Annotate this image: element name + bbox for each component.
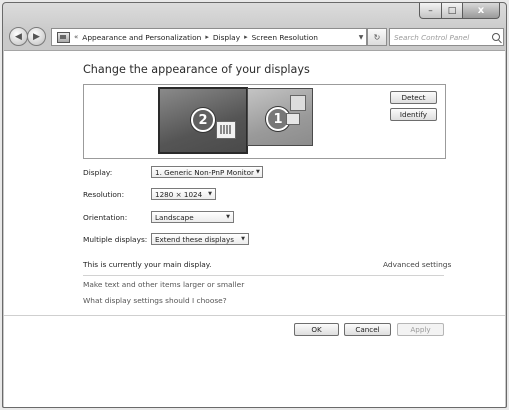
multiple-displays-row: Multiple displays: Extend these displays… <box>83 232 249 246</box>
display-select-value: 1. Generic Non-PnP Monitor <box>155 167 254 177</box>
breadcrumb-appearance[interactable]: Appearance and Personalization <box>82 33 201 42</box>
window-thumbnail-icon <box>286 113 300 125</box>
display-row: Display: 1. Generic Non-PnP Monitor ▼ <box>83 165 263 179</box>
text-size-link[interactable]: Make text and other items larger or smal… <box>83 280 244 289</box>
advanced-settings-link[interactable]: Advanced settings <box>383 260 451 269</box>
monitor-2[interactable]: 2 <box>158 87 248 154</box>
control-panel-window: – □ x ◀ ▶ « Appearance and Personalizati… <box>2 2 507 408</box>
chevron-down-icon: ▼ <box>256 169 260 175</box>
breadcrumb-overflow[interactable]: « <box>74 33 78 41</box>
forward-button[interactable]: ▶ <box>27 27 46 46</box>
search-icon[interactable] <box>492 33 500 41</box>
arrow-right-icon: ▶ <box>33 31 40 42</box>
identify-button[interactable]: Identify <box>390 108 437 121</box>
multiple-displays-label: Multiple displays: <box>83 234 148 244</box>
resolution-row: Resolution: 1280 × 1024 ▼ <box>83 187 216 201</box>
divider <box>4 315 505 316</box>
chevron-down-icon[interactable]: ▼ <box>356 34 366 41</box>
display-help-link[interactable]: What display settings should I choose? <box>83 296 227 305</box>
breadcrumb-separator[interactable]: ▸ <box>205 33 209 41</box>
maximize-button[interactable]: □ <box>442 3 463 19</box>
main-display-note: This is currently your main display. <box>83 260 212 269</box>
page-title: Change the appearance of your displays <box>83 63 310 76</box>
chevron-down-icon: ▼ <box>208 191 212 197</box>
caption-buttons: – □ x <box>419 3 500 19</box>
multiple-displays-select[interactable]: Extend these displays ▼ <box>151 233 249 245</box>
close-button[interactable]: x <box>463 3 500 19</box>
monitor-1[interactable]: 1 <box>247 88 313 146</box>
multiple-displays-select-value: Extend these displays <box>155 234 234 244</box>
refresh-icon: ↻ <box>373 32 381 42</box>
resolution-label: Resolution: <box>83 189 125 199</box>
orientation-select[interactable]: Landscape ▼ <box>151 211 234 223</box>
display-select[interactable]: 1. Generic Non-PnP Monitor ▼ <box>151 166 263 178</box>
breadcrumb-separator[interactable]: ▸ <box>244 33 248 41</box>
breadcrumb-screen-resolution[interactable]: Screen Resolution <box>252 33 318 42</box>
control-panel-icon <box>57 31 70 43</box>
divider <box>83 275 444 276</box>
minimize-button[interactable]: – <box>419 3 442 19</box>
resolution-select-value: 1280 × 1024 <box>155 189 203 199</box>
search-input[interactable] <box>390 32 489 42</box>
monitor-number-badge: 2 <box>191 108 215 132</box>
chevron-down-icon: ▼ <box>226 214 230 220</box>
chevron-down-icon: ▼ <box>241 236 245 242</box>
resolution-select[interactable]: 1280 × 1024 ▼ <box>151 188 216 200</box>
arrow-left-icon: ◀ <box>15 31 22 42</box>
cancel-button[interactable]: Cancel <box>344 323 391 336</box>
breadcrumb-display[interactable]: Display <box>213 33 240 42</box>
display-preview-panel: 2 1 Detect Identify <box>83 84 446 159</box>
display-label: Display: <box>83 167 113 177</box>
detect-button[interactable]: Detect <box>390 91 437 104</box>
apply-button[interactable]: Apply <box>397 323 444 336</box>
orientation-label: Orientation: <box>83 212 128 222</box>
orientation-select-value: Landscape <box>155 212 194 222</box>
back-button[interactable]: ◀ <box>9 27 28 46</box>
ok-button[interactable]: OK <box>294 323 339 336</box>
content-area: Change the appearance of your displays 2… <box>4 50 505 407</box>
orientation-row: Orientation: Landscape ▼ <box>83 210 234 224</box>
search-box <box>389 28 504 46</box>
navigation-bar: ◀ ▶ « Appearance and Personalization ▸ D… <box>3 25 506 49</box>
window-thumbnail-icon <box>290 95 306 111</box>
window-thumbnail-icon <box>216 121 236 139</box>
address-bar[interactable]: « Appearance and Personalization ▸ Displ… <box>51 28 367 46</box>
refresh-button[interactable]: ↻ <box>367 28 387 46</box>
